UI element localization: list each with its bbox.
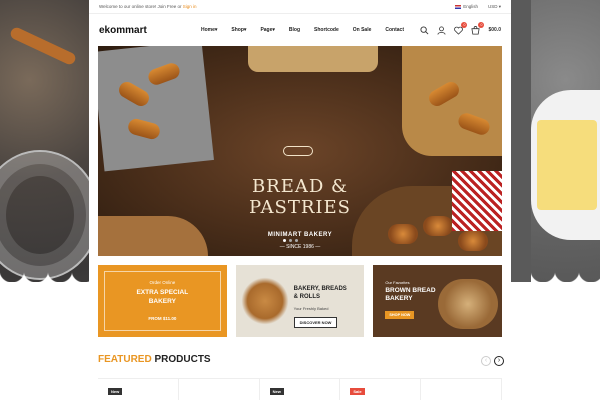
product-tag: New xyxy=(108,388,123,395)
banner-kicker: Our Favorites xyxy=(385,280,410,285)
product-card[interactable]: New xyxy=(260,379,341,400)
welcome-message: Welcome to our online store! Join Free o… xyxy=(99,4,182,9)
menu-page-label: Page xyxy=(260,27,273,33)
product-tag: Sale xyxy=(350,388,365,395)
featured-rest: PRODUCTS xyxy=(154,354,211,365)
menu-page[interactable]: Page▾ xyxy=(260,27,274,33)
whisk-image xyxy=(0,150,100,280)
cart-total[interactable]: $00.0 xyxy=(488,27,501,33)
pretzel-image xyxy=(239,271,290,331)
bread-basket-image xyxy=(402,46,502,156)
hero-title-line2: PASTRIES xyxy=(249,197,351,218)
currency-label: USD xyxy=(487,3,498,9)
banner-price: FROM $11.00 xyxy=(148,316,177,321)
wishlist-icon[interactable]: 0 xyxy=(454,21,468,35)
banner-title-line2: BAKERY xyxy=(148,298,176,305)
product-card[interactable] xyxy=(421,379,502,400)
wooden-spoon-image xyxy=(8,25,78,67)
cart-count: 0 xyxy=(478,21,485,28)
cutting-board-image xyxy=(248,46,378,72)
flag-icon xyxy=(455,4,462,9)
banner-title: EXTRA SPECIAL BAKERY xyxy=(98,288,227,306)
chevron-left-icon[interactable]: ‹ xyxy=(481,356,491,366)
menu-home[interactable]: Home▾ xyxy=(201,27,217,33)
wishlist-count: 0 xyxy=(461,21,468,28)
currency-selector[interactable]: USD ▾ xyxy=(488,4,501,10)
product-card[interactable] xyxy=(179,379,260,400)
carousel-arrows: ‹ › xyxy=(481,356,504,366)
slider-dot[interactable] xyxy=(295,239,298,242)
banner-title-line1: BAKERY, BREADS xyxy=(293,286,347,292)
main-menu: Home▾ Shop▾ Page▾ Blog Shortcode On Sale… xyxy=(201,27,404,33)
shop-now-button[interactable]: SHOP NOW xyxy=(385,311,415,319)
welcome-text: Welcome to our online store! Join Free o… xyxy=(99,4,197,9)
discover-now-button[interactable]: DISCOVER NOW xyxy=(293,317,338,328)
hero-slider[interactable]: BREAD & PASTRIES MINIMART BAKERY — SINCE… xyxy=(98,46,502,256)
bread-emblem-icon xyxy=(283,146,313,156)
featured-products-heading: FEATURED PRODUCTS xyxy=(98,354,211,365)
banner-kicker: Your Freshly Baked xyxy=(293,306,329,311)
language-label: English xyxy=(463,4,478,9)
promo-banners: Order Online EXTRA SPECIAL BAKERY FROM $… xyxy=(98,265,503,337)
banner-kicker: Order Online xyxy=(149,280,176,285)
loaf-image xyxy=(438,279,499,329)
slider-dot[interactable] xyxy=(289,239,292,242)
language-selector[interactable]: English xyxy=(455,4,478,9)
menu-shortcode[interactable]: Shortcode xyxy=(314,27,339,33)
promo-banner-brown-bread[interactable]: Our Favorites BROWN BREAD BAKERY SHOP NO… xyxy=(373,265,503,337)
site-page: Welcome to our online store! Join Free o… xyxy=(89,0,511,400)
hero-since-label: SINCE 1986 xyxy=(286,244,314,250)
hero-since: — SINCE 1986 — xyxy=(279,244,321,250)
slider-dots xyxy=(283,239,298,242)
header-icons: 0 0 $00.0 xyxy=(420,21,501,35)
banner-title: BROWN BREAD BAKERY xyxy=(385,287,435,303)
croissant-tray-image xyxy=(98,46,214,172)
banner-title-line1: EXTRA SPECIAL xyxy=(136,289,189,296)
menu-blog[interactable]: Blog xyxy=(289,27,300,33)
product-tag: New xyxy=(269,388,284,395)
product-grid: New New Sale xyxy=(98,378,502,400)
site-logo[interactable]: ekommart xyxy=(99,25,201,36)
banner-title-line2: BAKERY xyxy=(385,295,413,302)
signin-link[interactable]: Sign in xyxy=(183,4,197,9)
menu-contact[interactable]: Contact xyxy=(385,27,404,33)
hero-subtitle: MINIMART BAKERY xyxy=(267,232,333,238)
banner-title-line2: & ROLLS xyxy=(293,294,321,300)
banner-title-line1: BROWN BREAD xyxy=(385,287,436,294)
cart-icon[interactable]: 0 xyxy=(471,21,485,35)
top-bar: Welcome to our online store! Join Free o… xyxy=(89,0,511,14)
chevron-right-icon[interactable]: › xyxy=(494,356,504,366)
product-card[interactable]: New xyxy=(98,379,179,400)
main-nav: ekommart Home▾ Shop▾ Page▾ Blog Shortcod… xyxy=(89,14,511,46)
search-icon[interactable] xyxy=(420,25,429,35)
butter-image xyxy=(537,120,597,210)
featured-highlight: FEATURED xyxy=(98,354,152,365)
hero-title-line1: BREAD & xyxy=(251,176,349,197)
product-card[interactable]: Sale xyxy=(340,379,422,400)
menu-shop[interactable]: Shop▾ xyxy=(231,27,246,33)
menu-home-label: Home xyxy=(201,27,215,33)
promo-banner-special[interactable]: Order Online EXTRA SPECIAL BAKERY FROM $… xyxy=(98,265,227,337)
menu-shop-label: Shop xyxy=(231,27,244,33)
user-icon[interactable] xyxy=(437,25,446,35)
slider-dot[interactable] xyxy=(283,239,286,242)
banner-title: BAKERY, BREADS & ROLLS xyxy=(294,285,347,301)
menu-on-sale[interactable]: On Sale xyxy=(353,27,372,33)
promo-banner-breads[interactable]: BAKERY, BREADS & ROLLS Your Freshly Bake… xyxy=(235,265,365,337)
